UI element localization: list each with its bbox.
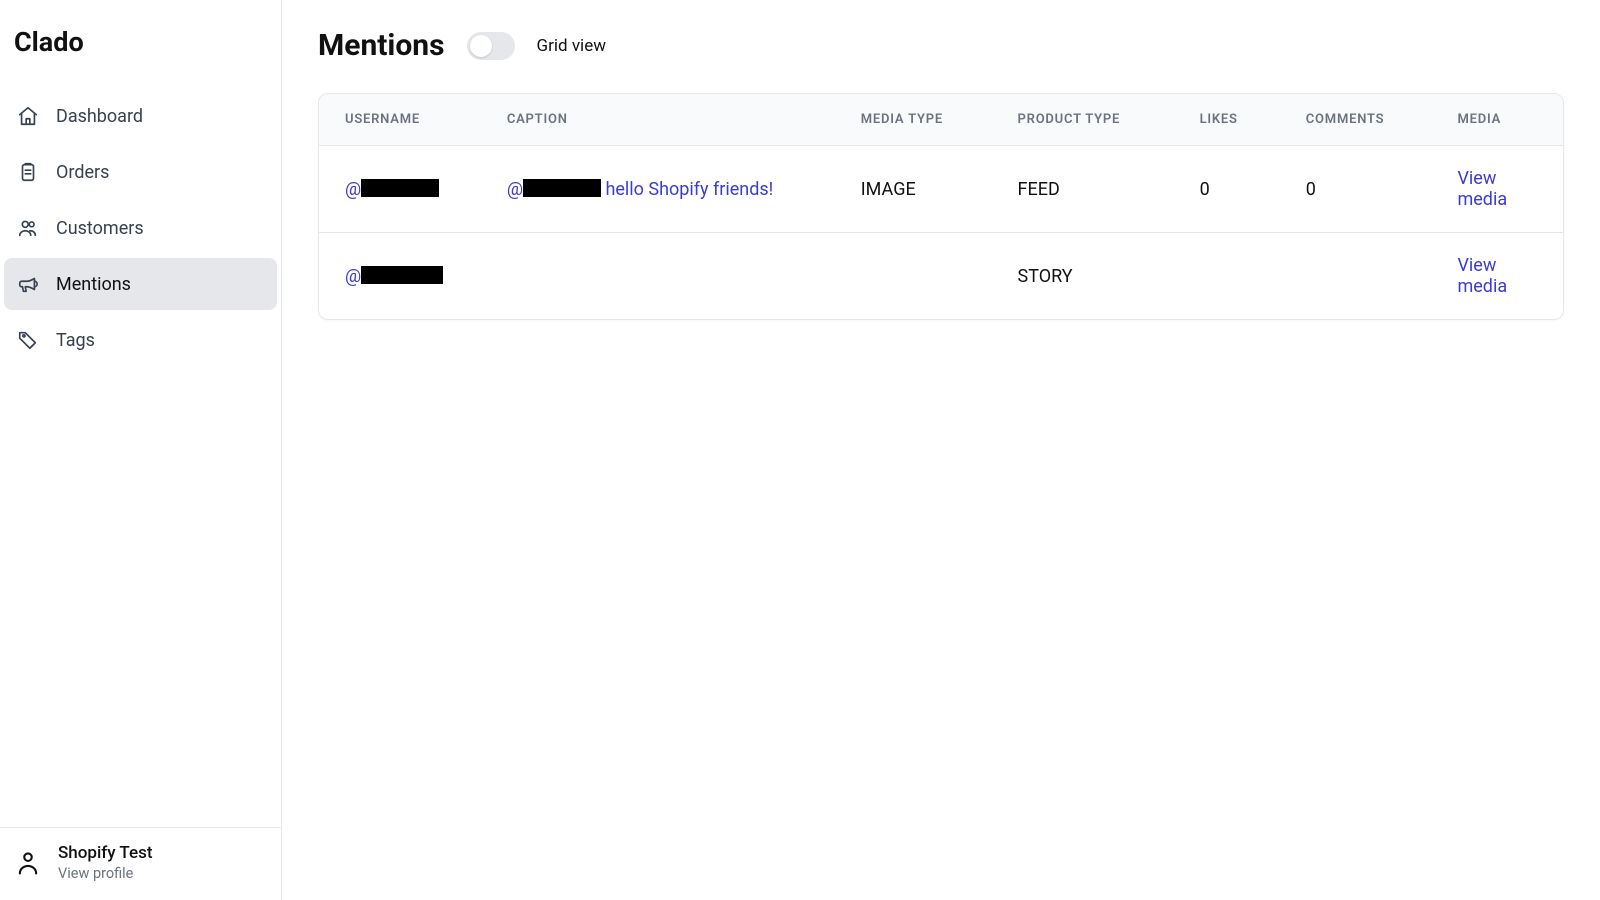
sidebar-item-dashboard[interactable]: Dashboard: [4, 90, 277, 142]
tag-icon: [16, 328, 40, 352]
user-icon: [14, 849, 42, 877]
cell-likes: 0: [1174, 146, 1280, 233]
grid-view-toggle[interactable]: [467, 32, 515, 60]
sidebar-item-label: Dashboard: [56, 106, 143, 127]
user-info: Shopify Test View profile: [58, 843, 153, 882]
toggle-knob: [470, 35, 492, 57]
home-icon: [16, 104, 40, 128]
col-comments: COMMENTS: [1280, 94, 1432, 146]
cell-product-type: STORY: [992, 233, 1174, 320]
caption-mention-link[interactable]: @: [507, 179, 601, 200]
sidebar-item-label: Orders: [56, 162, 109, 183]
redacted-mention: [523, 179, 601, 197]
view-media-link[interactable]: View media: [1457, 168, 1507, 210]
clipboard-icon: [16, 160, 40, 184]
sidebar-item-label: Tags: [56, 330, 95, 351]
page-header: Mentions Grid view: [318, 28, 1564, 63]
sidebar-nav: Dashboard Orders Customers Mentions Tags: [0, 78, 281, 378]
users-icon: [16, 216, 40, 240]
cell-caption: @ hello Shopify friends!: [481, 146, 835, 233]
user-name: Shopify Test: [58, 843, 153, 863]
mentions-table: USERNAME CAPTION MEDIA TYPE PRODUCT TYPE…: [319, 94, 1563, 319]
caption-text: hello Shopify friends!: [601, 179, 773, 200]
cell-likes: [1174, 233, 1280, 320]
redacted-username: [361, 179, 439, 197]
cell-media-type: [835, 233, 992, 320]
view-profile-link[interactable]: View profile: [58, 865, 153, 882]
cell-media: View media: [1431, 146, 1563, 233]
cell-comments: 0: [1280, 146, 1432, 233]
cell-username: @: [319, 233, 481, 320]
cell-username: @: [319, 146, 481, 233]
megaphone-icon: [16, 272, 40, 296]
toggle-label: Grid view: [537, 36, 606, 56]
col-caption: CAPTION: [481, 94, 835, 146]
view-media-link[interactable]: View media: [1457, 255, 1507, 297]
sidebar-item-customers[interactable]: Customers: [4, 202, 277, 254]
cell-comments: [1280, 233, 1432, 320]
sidebar-item-label: Mentions: [56, 274, 131, 295]
main-content: Mentions Grid view USERNAME CAPTION MEDI…: [282, 0, 1600, 900]
page-title: Mentions: [318, 28, 445, 63]
mentions-table-card: USERNAME CAPTION MEDIA TYPE PRODUCT TYPE…: [318, 93, 1564, 320]
sidebar-item-orders[interactable]: Orders: [4, 146, 277, 198]
col-likes: LIKES: [1174, 94, 1280, 146]
username-link[interactable]: @: [345, 179, 439, 200]
table-header-row: USERNAME CAPTION MEDIA TYPE PRODUCT TYPE…: [319, 94, 1563, 146]
col-product-type: PRODUCT TYPE: [992, 94, 1174, 146]
col-username: USERNAME: [319, 94, 481, 146]
sidebar-item-label: Customers: [56, 218, 144, 239]
username-link[interactable]: @: [345, 266, 443, 287]
cell-caption: [481, 233, 835, 320]
sidebar-item-mentions[interactable]: Mentions: [4, 258, 277, 310]
cell-media: View media: [1431, 233, 1563, 320]
cell-media-type: IMAGE: [835, 146, 992, 233]
col-media-type: MEDIA TYPE: [835, 94, 992, 146]
table-row: @ @ hello Shopify friends! IMAGE FEED 0 …: [319, 146, 1563, 233]
redacted-username: [361, 266, 443, 284]
table-row: @ STORY View media: [319, 233, 1563, 320]
col-media: MEDIA: [1431, 94, 1563, 146]
sidebar-footer[interactable]: Shopify Test View profile: [0, 827, 281, 900]
cell-product-type: FEED: [992, 146, 1174, 233]
brand-title: Clado: [0, 0, 281, 78]
sidebar: Clado Dashboard Orders Customers Mention…: [0, 0, 282, 900]
sidebar-item-tags[interactable]: Tags: [4, 314, 277, 366]
